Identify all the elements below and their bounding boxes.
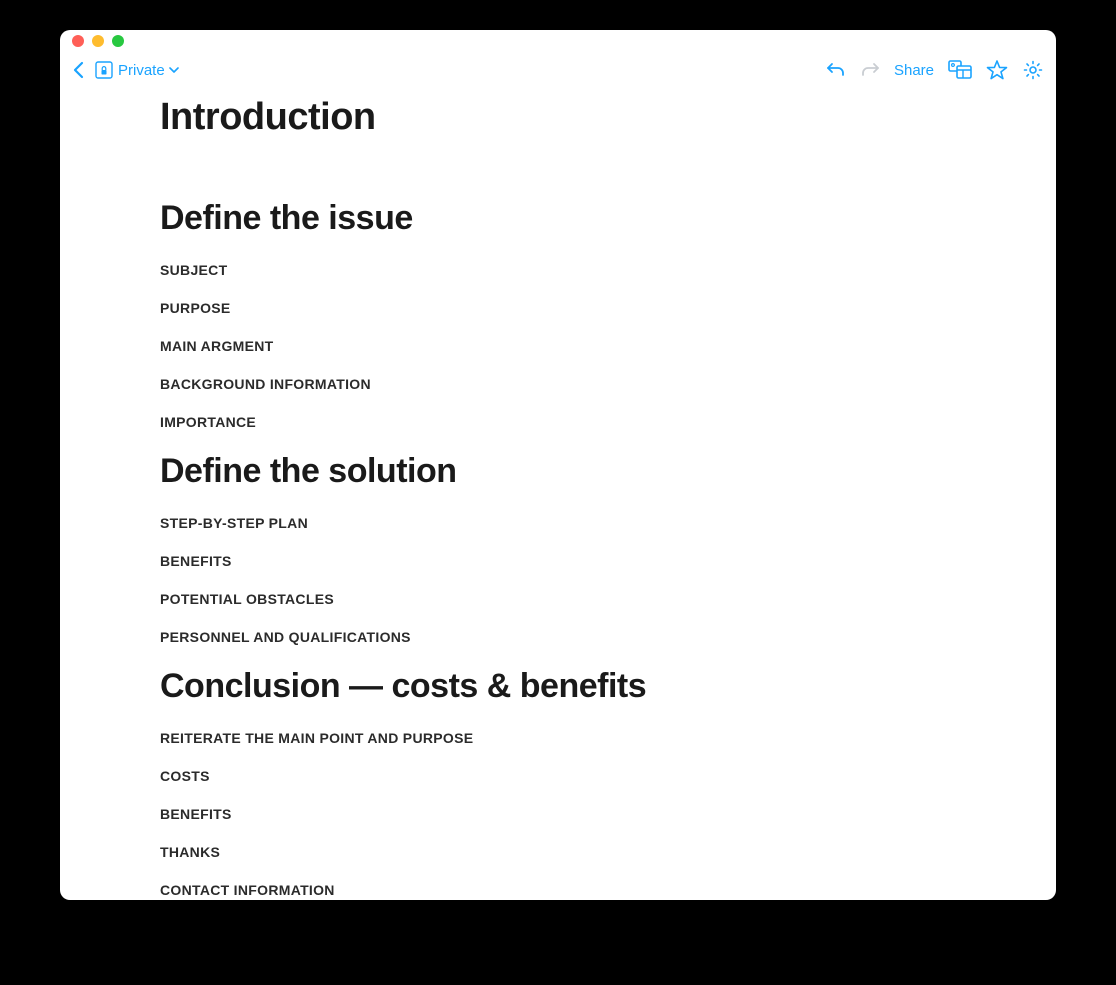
document-body[interactable]: Introduction Define the issue SUBJECT PU… <box>60 88 1056 900</box>
section: Conclusion — costs & benefits REITERATE … <box>160 667 1056 898</box>
templates-button[interactable] <box>948 60 972 80</box>
templates-icon <box>948 60 972 80</box>
notebook-label: Private <box>118 62 165 79</box>
star-icon <box>986 60 1008 80</box>
outline-item: IMPORTANCE <box>160 414 1056 430</box>
chevron-left-icon <box>72 61 86 79</box>
outline-item: BENEFITS <box>160 806 1056 822</box>
back-button[interactable] <box>72 61 86 79</box>
undo-button[interactable] <box>826 61 846 79</box>
favorite-button[interactable] <box>986 60 1008 80</box>
outline-item: COSTS <box>160 768 1056 784</box>
outline-item: CONTACT INFORMATION <box>160 882 1056 898</box>
gear-icon <box>1022 59 1044 81</box>
section: Define the issue SUBJECT PURPOSE MAIN AR… <box>160 199 1056 430</box>
outline-item: POTENTIAL OBSTACLES <box>160 591 1056 607</box>
undo-icon <box>826 61 846 79</box>
redo-button[interactable] <box>860 61 880 79</box>
section-heading: Define the solution <box>160 452 1056 491</box>
chevron-down-icon <box>169 65 179 75</box>
outline-item: BENEFITS <box>160 553 1056 569</box>
outline-item: REITERATE THE MAIN POINT AND PURPOSE <box>160 730 1056 746</box>
outline-item: BACKGROUND INFORMATION <box>160 376 1056 392</box>
window-close-button[interactable] <box>72 35 84 47</box>
outline-item: SUBJECT <box>160 262 1056 278</box>
settings-button[interactable] <box>1022 59 1044 81</box>
outline-item: THANKS <box>160 844 1056 860</box>
notebook-lock-icon <box>94 60 114 80</box>
titlebar <box>60 30 1056 52</box>
share-button[interactable]: Share <box>894 62 934 79</box>
outline-item: PERSONNEL AND QUALIFICATIONS <box>160 629 1056 645</box>
document-title: Introduction <box>160 96 1056 139</box>
section-heading: Define the issue <box>160 199 1056 238</box>
outline-item: PURPOSE <box>160 300 1056 316</box>
app-window: Private Share <box>60 30 1056 900</box>
toolbar: Private Share <box>60 52 1056 88</box>
section-heading: Conclusion — costs & benefits <box>160 667 1056 706</box>
notebook-selector[interactable]: Private <box>94 60 179 80</box>
window-minimize-button[interactable] <box>92 35 104 47</box>
window-zoom-button[interactable] <box>112 35 124 47</box>
redo-icon <box>860 61 880 79</box>
outline-item: MAIN ARGMENT <box>160 338 1056 354</box>
section: Define the solution STEP-BY-STEP PLAN BE… <box>160 452 1056 645</box>
outline-item: STEP-BY-STEP PLAN <box>160 515 1056 531</box>
